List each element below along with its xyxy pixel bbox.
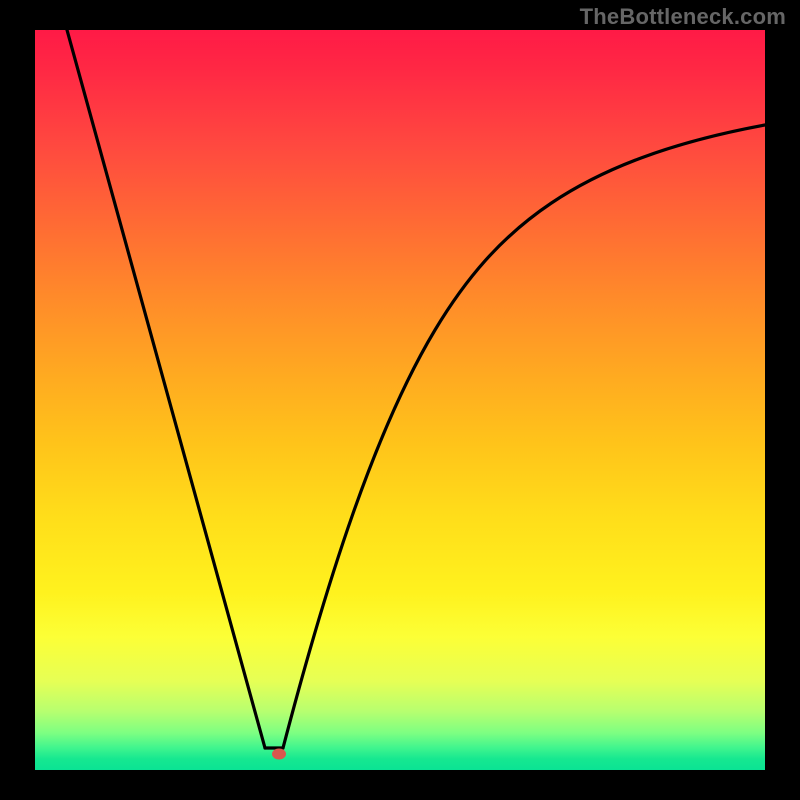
optimal-marker <box>272 749 286 760</box>
watermark: TheBottleneck.com <box>580 4 786 30</box>
curve-right <box>283 125 765 748</box>
bottleneck-curve <box>35 30 765 770</box>
plot-area <box>35 30 765 770</box>
curve-left <box>67 30 265 748</box>
chart-container: TheBottleneck.com <box>0 0 800 800</box>
